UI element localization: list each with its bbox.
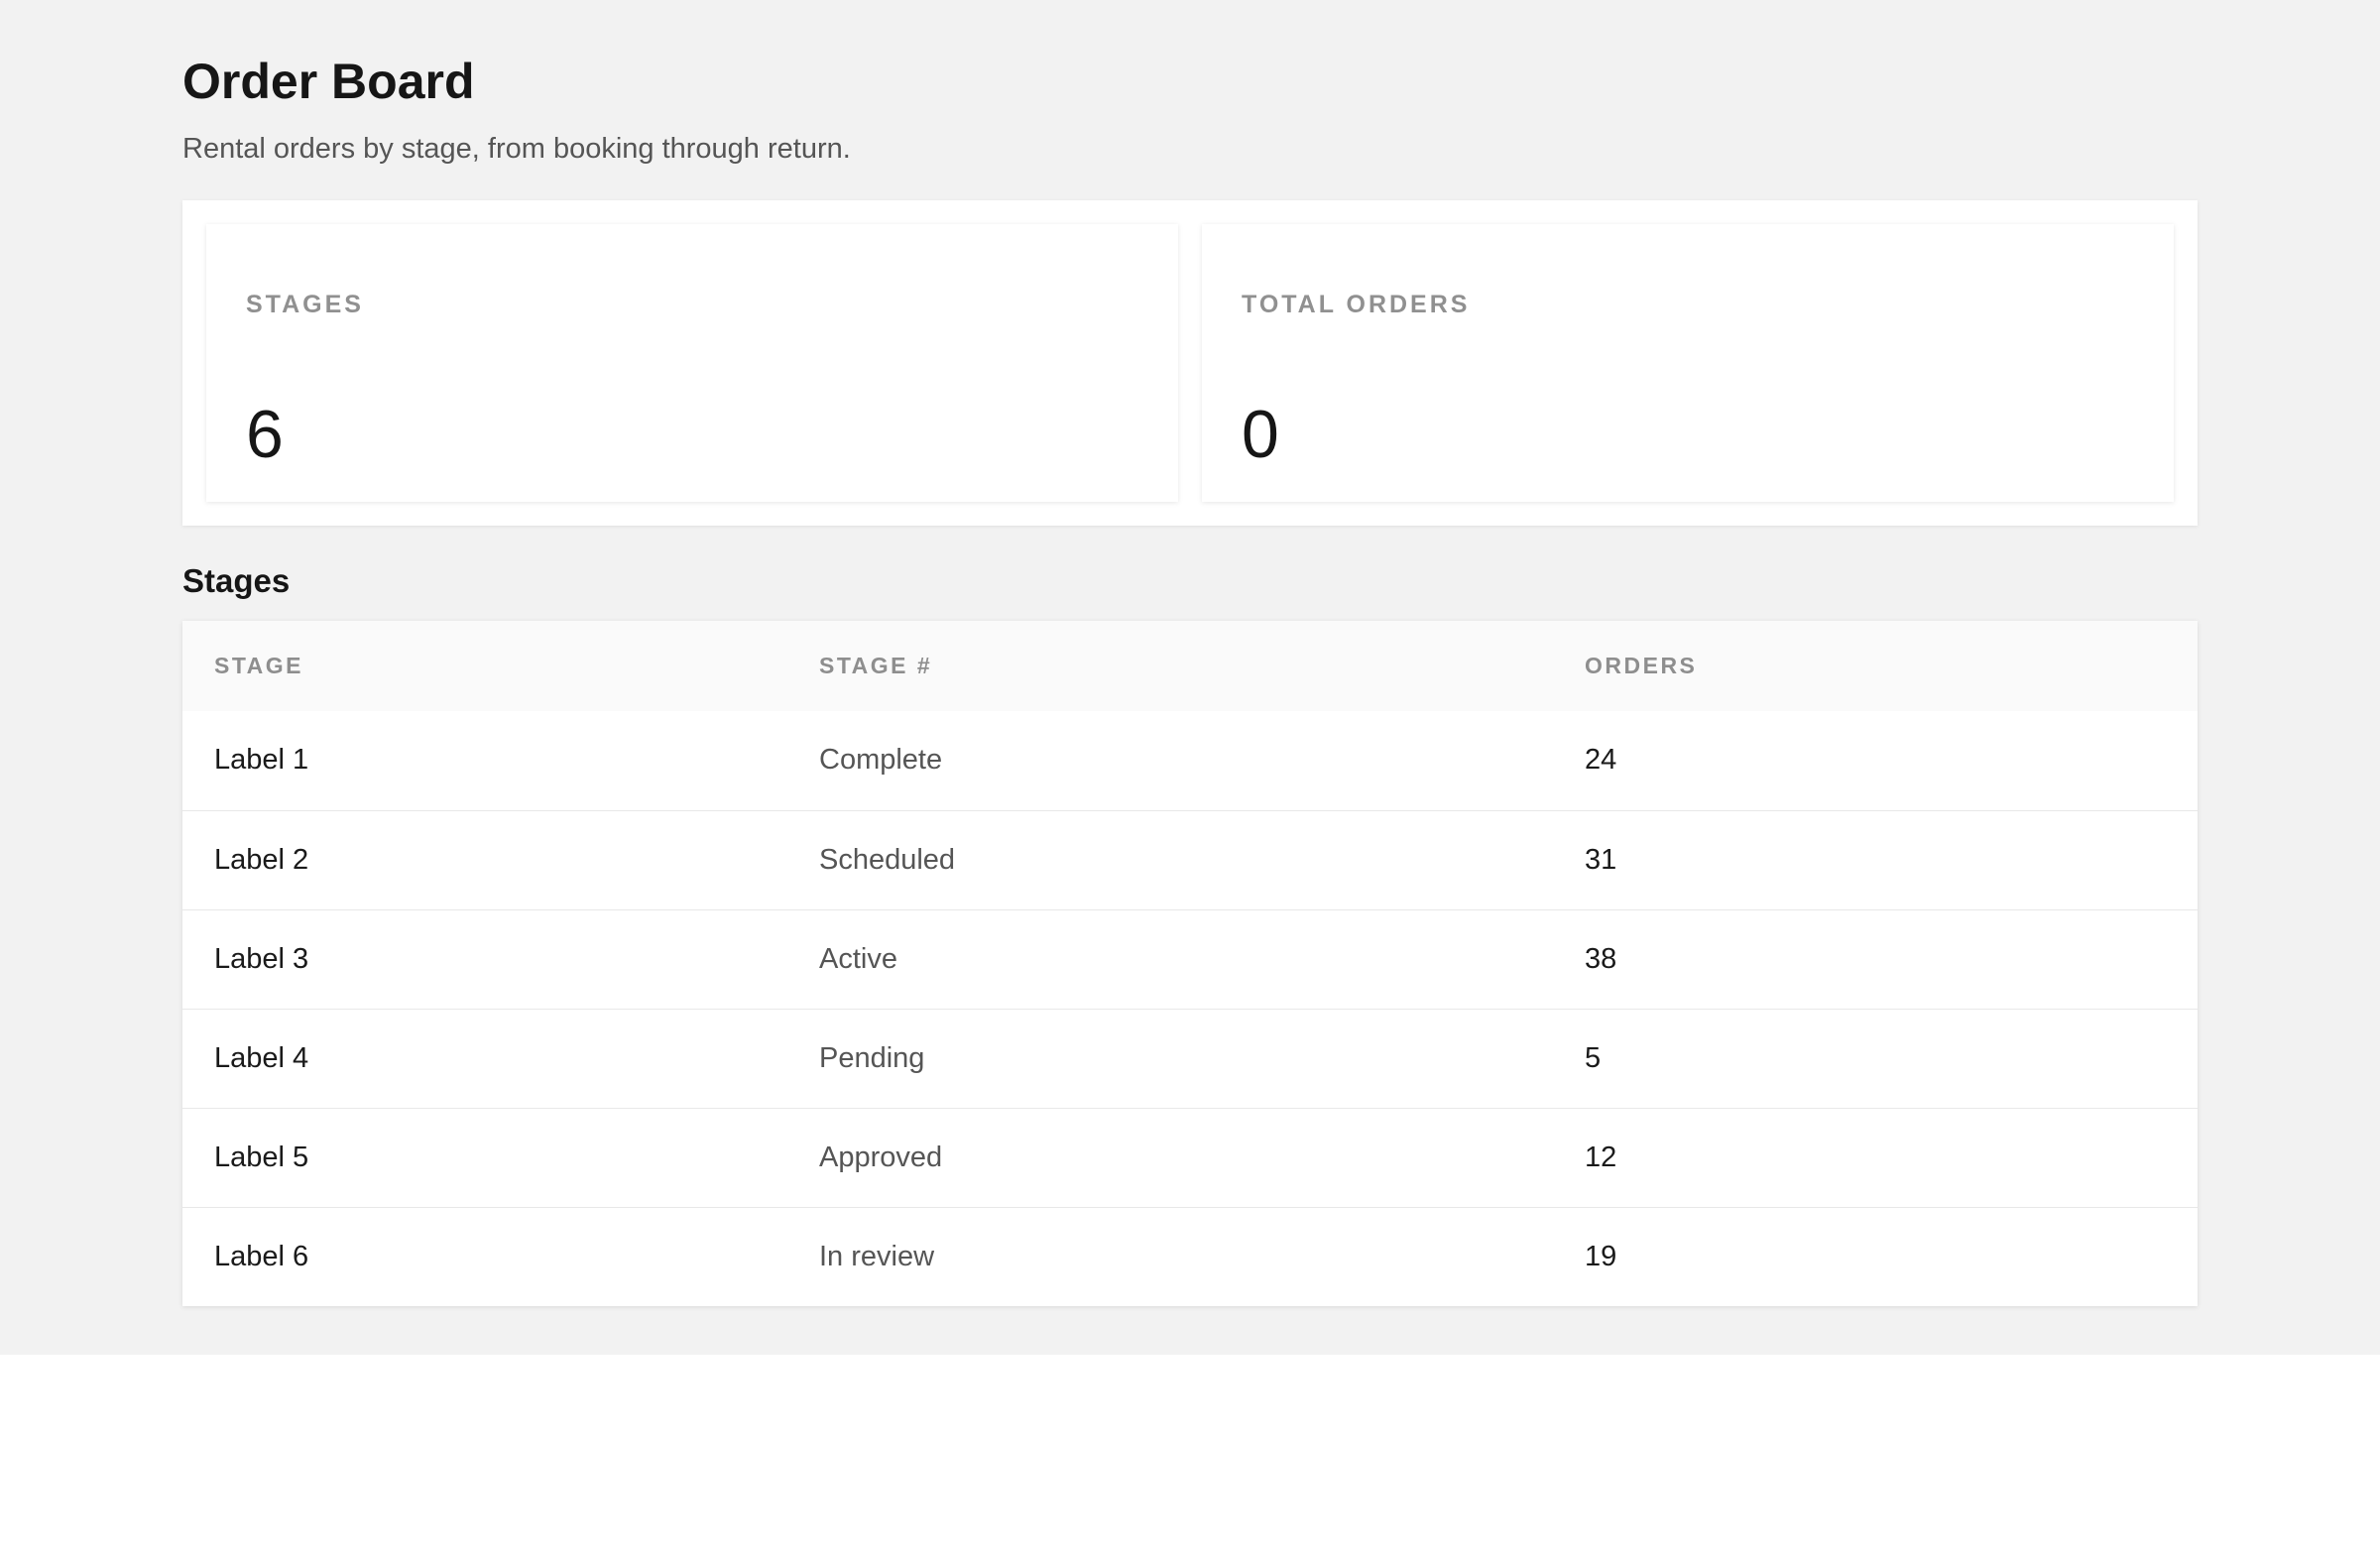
table-row: Label 5 Approved 12	[182, 1108, 2198, 1207]
cell-stage: Label 4	[214, 1041, 309, 1074]
stat-value-total-orders: 0	[1242, 397, 1279, 472]
stat-card-total-orders: TOTAL ORDERS 0	[1202, 224, 2174, 502]
cell-stage: Label 5	[214, 1141, 309, 1173]
stat-value-stages: 6	[246, 397, 284, 472]
stages-table: STAGE STAGE # ORDERS Label 1 Complete 24…	[182, 621, 2198, 1306]
cell-stage-status: Scheduled	[819, 843, 956, 876]
cell-orders: 19	[1585, 1240, 1617, 1272]
cell-orders: 12	[1585, 1141, 1617, 1173]
table-header-row: STAGE STAGE # ORDERS	[182, 621, 2198, 711]
column-header-stage-number: STAGE #	[819, 653, 933, 678]
cell-stage-status: Complete	[819, 744, 943, 777]
cell-stage: Label 3	[214, 942, 309, 975]
cell-stage: Label 1	[214, 744, 309, 777]
cell-stage: Label 6	[214, 1240, 309, 1272]
stat-card-stages: STAGES 6	[206, 224, 1178, 502]
table-row: Label 6 In review 19	[182, 1207, 2198, 1306]
cell-stage-status: Approved	[819, 1141, 943, 1173]
column-header-stage: STAGE	[214, 653, 304, 678]
cell-orders: 38	[1585, 942, 1617, 975]
page-subtitle: Rental orders by stage, from booking thr…	[182, 133, 851, 165]
cell-stage: Label 2	[214, 843, 309, 876]
stat-label-total-orders: TOTAL ORDERS	[1242, 291, 1471, 318]
cell-stage-status: Pending	[819, 1041, 925, 1074]
cell-orders: 24	[1585, 744, 1617, 777]
table-row: Label 4 Pending 5	[182, 1009, 2198, 1108]
table-row: Label 1 Complete 24	[182, 711, 2198, 810]
page-title: Order Board	[182, 54, 475, 109]
cell-orders: 5	[1585, 1041, 1602, 1074]
table-row: Label 2 Scheduled 31	[182, 810, 2198, 909]
cell-stage-status: In review	[819, 1240, 935, 1272]
stages-table-container: STAGE STAGE # ORDERS Label 1 Complete 24…	[182, 621, 2198, 1306]
cell-orders: 31	[1585, 843, 1617, 876]
stats-panel: STAGES 6 TOTAL ORDERS 0	[182, 200, 2198, 526]
app-root: Order Board Rental orders by stage, from…	[0, 0, 2380, 1355]
section-title-stages: Stages	[182, 562, 291, 599]
cell-stage-status: Active	[819, 942, 897, 975]
table-row: Label 3 Active 38	[182, 909, 2198, 1009]
column-header-orders: ORDERS	[1585, 653, 1698, 678]
stat-label-stages: STAGES	[246, 291, 364, 318]
